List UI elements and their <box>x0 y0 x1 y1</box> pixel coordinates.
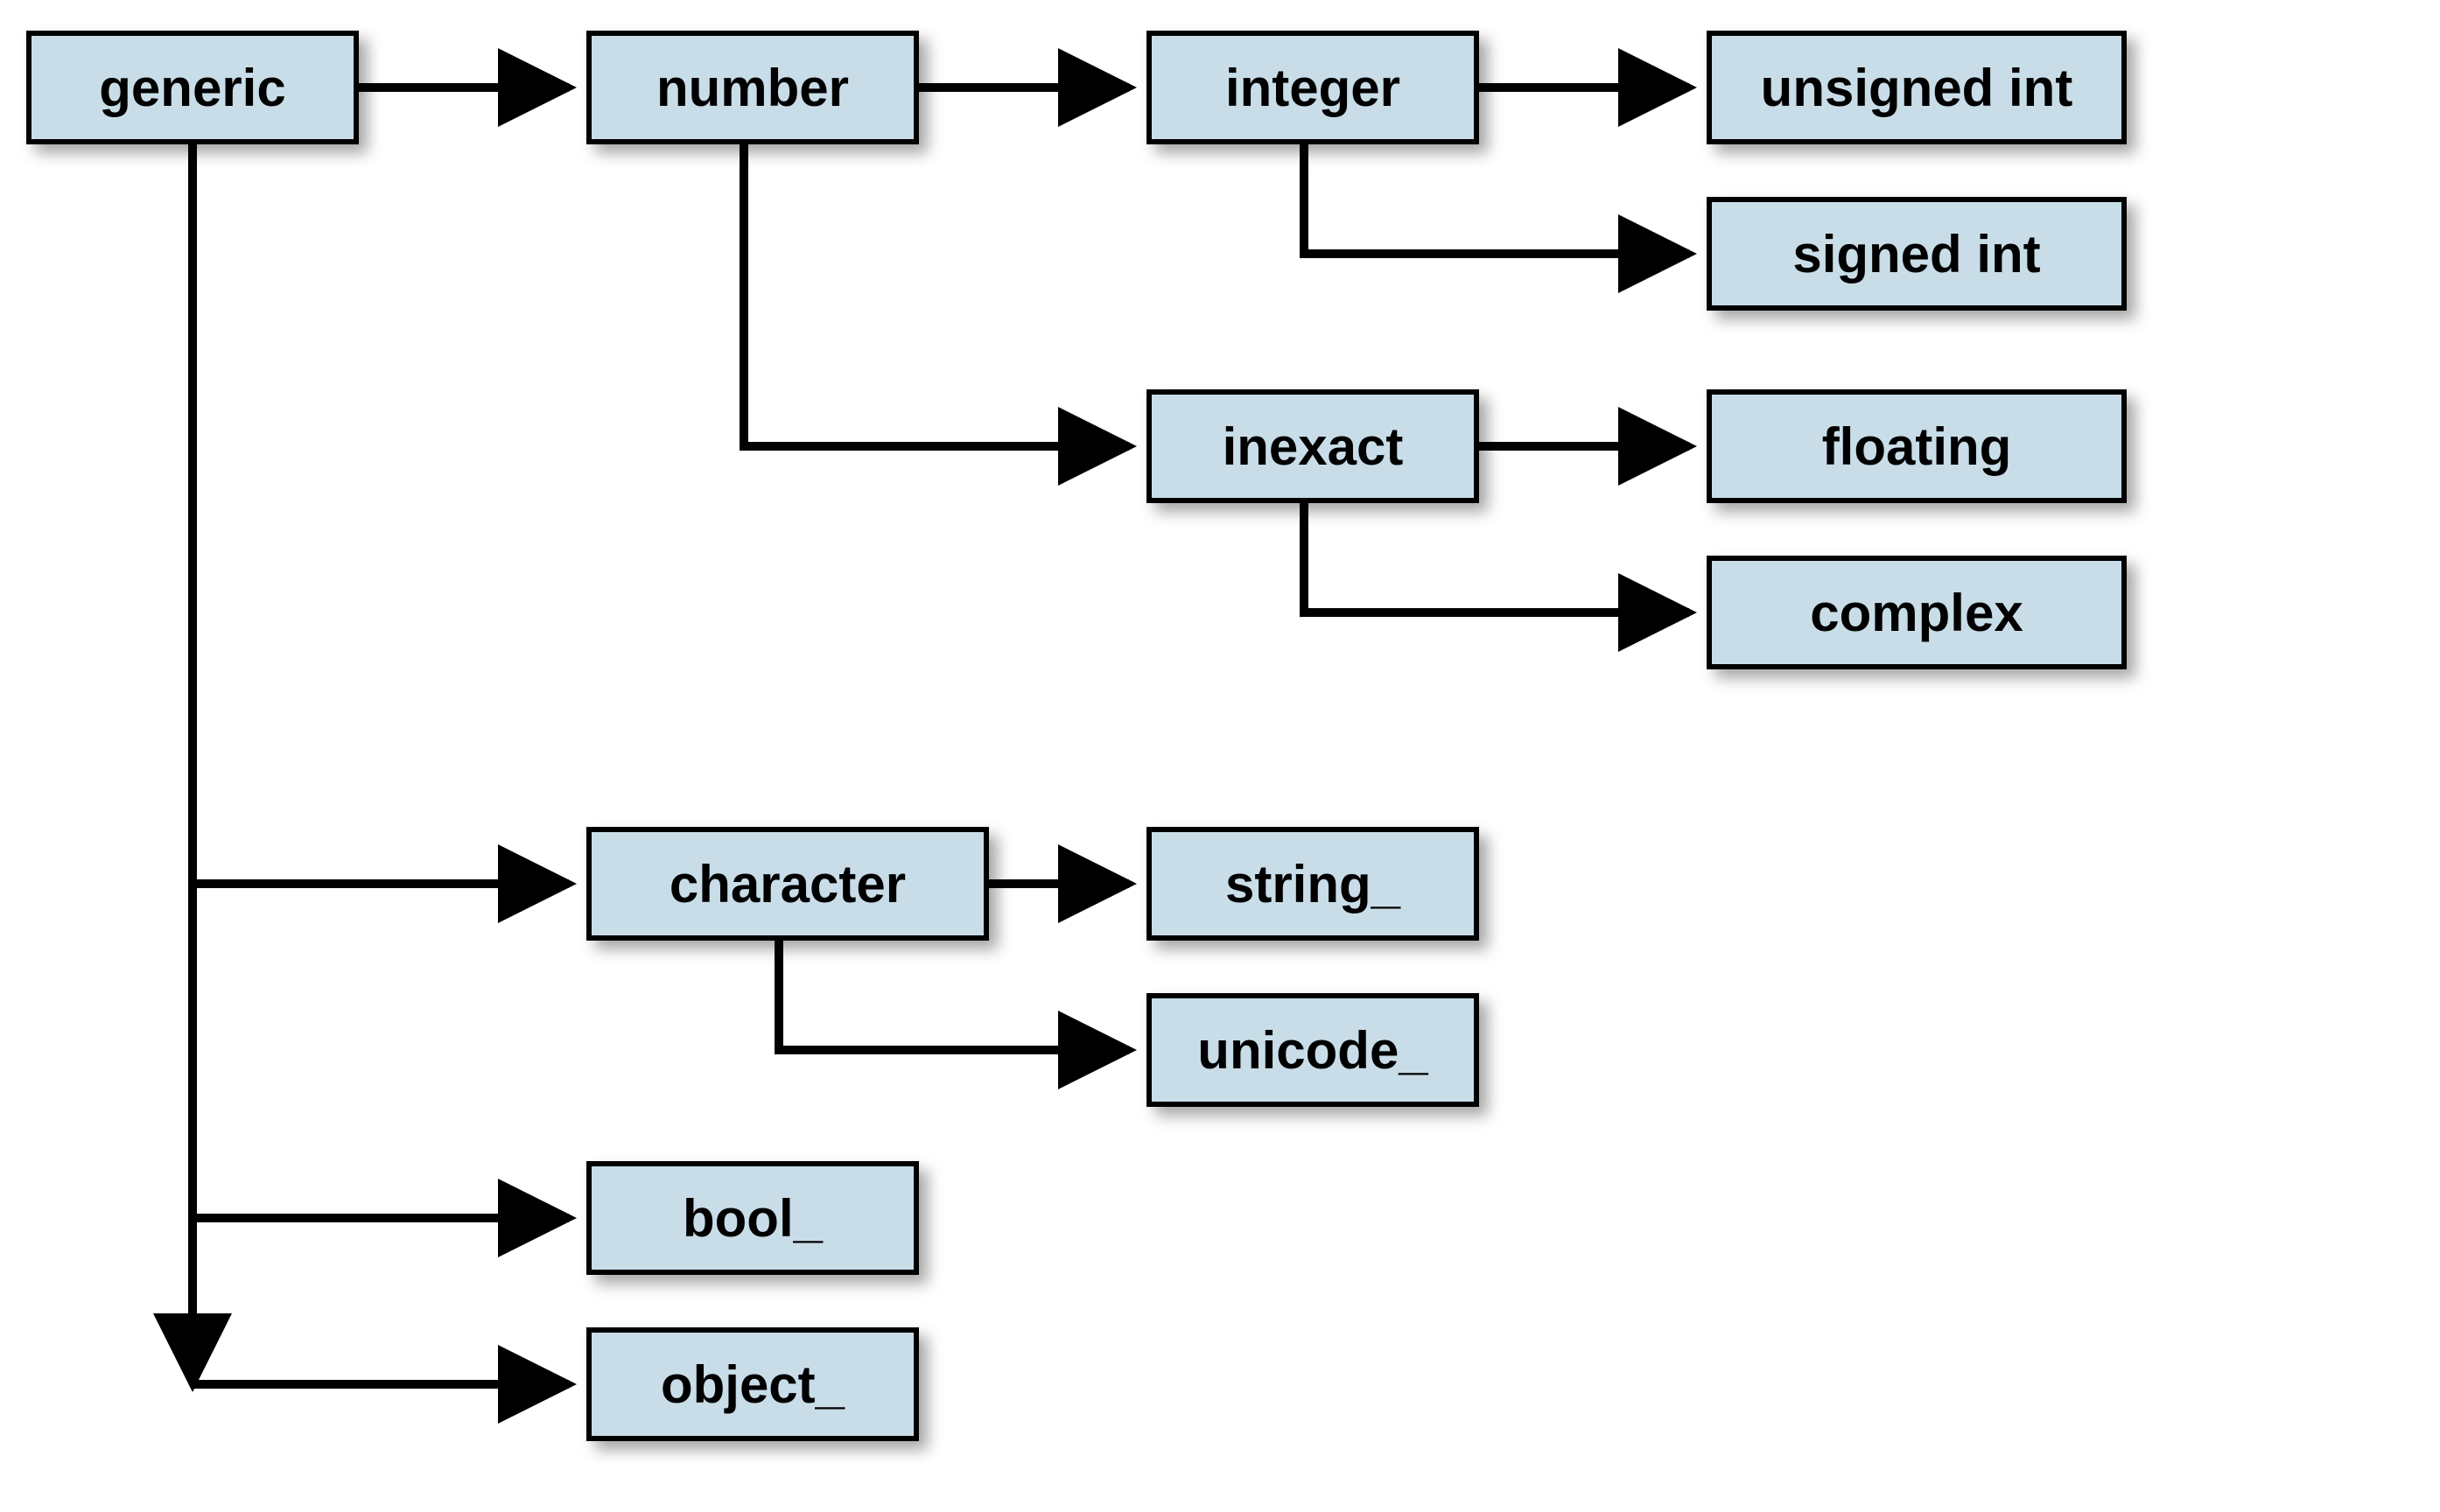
node-label: string_ <box>1225 854 1400 914</box>
node-object: object_ <box>586 1327 919 1441</box>
node-label: floating <box>1822 416 2012 477</box>
edge-character-unicode <box>779 941 1129 1050</box>
node-unicode: unicode_ <box>1146 993 1479 1107</box>
node-label: complex <box>1810 583 2023 643</box>
node-label: unsigned int <box>1761 58 2073 118</box>
node-floating: floating <box>1707 389 2127 503</box>
node-integer: integer <box>1146 31 1479 144</box>
edge-inexact-complex <box>1304 503 1689 612</box>
node-label: character <box>670 854 906 914</box>
node-number: number <box>586 31 919 144</box>
node-unsigned-int: unsigned int <box>1707 31 2127 144</box>
node-label: number <box>656 58 849 118</box>
node-character: character <box>586 827 989 941</box>
node-signed-int: signed int <box>1707 197 2127 311</box>
node-inexact: inexact <box>1146 389 1479 503</box>
node-label: signed int <box>1792 224 2040 284</box>
node-complex: complex <box>1707 556 2127 669</box>
node-label: bool_ <box>683 1188 823 1249</box>
node-string: string_ <box>1146 827 1479 941</box>
node-label: integer <box>1225 58 1400 118</box>
node-label: unicode_ <box>1197 1020 1427 1081</box>
node-label: object_ <box>661 1354 845 1415</box>
node-label: generic <box>99 58 285 118</box>
edge-integer-signed <box>1304 144 1689 254</box>
node-generic: generic <box>26 31 359 144</box>
edge-number-inexact <box>744 144 1129 446</box>
diagram-canvas: generic number integer unsigned int sign… <box>0 0 2440 1512</box>
node-label: inexact <box>1223 416 1404 477</box>
node-bool: bool_ <box>586 1161 919 1275</box>
